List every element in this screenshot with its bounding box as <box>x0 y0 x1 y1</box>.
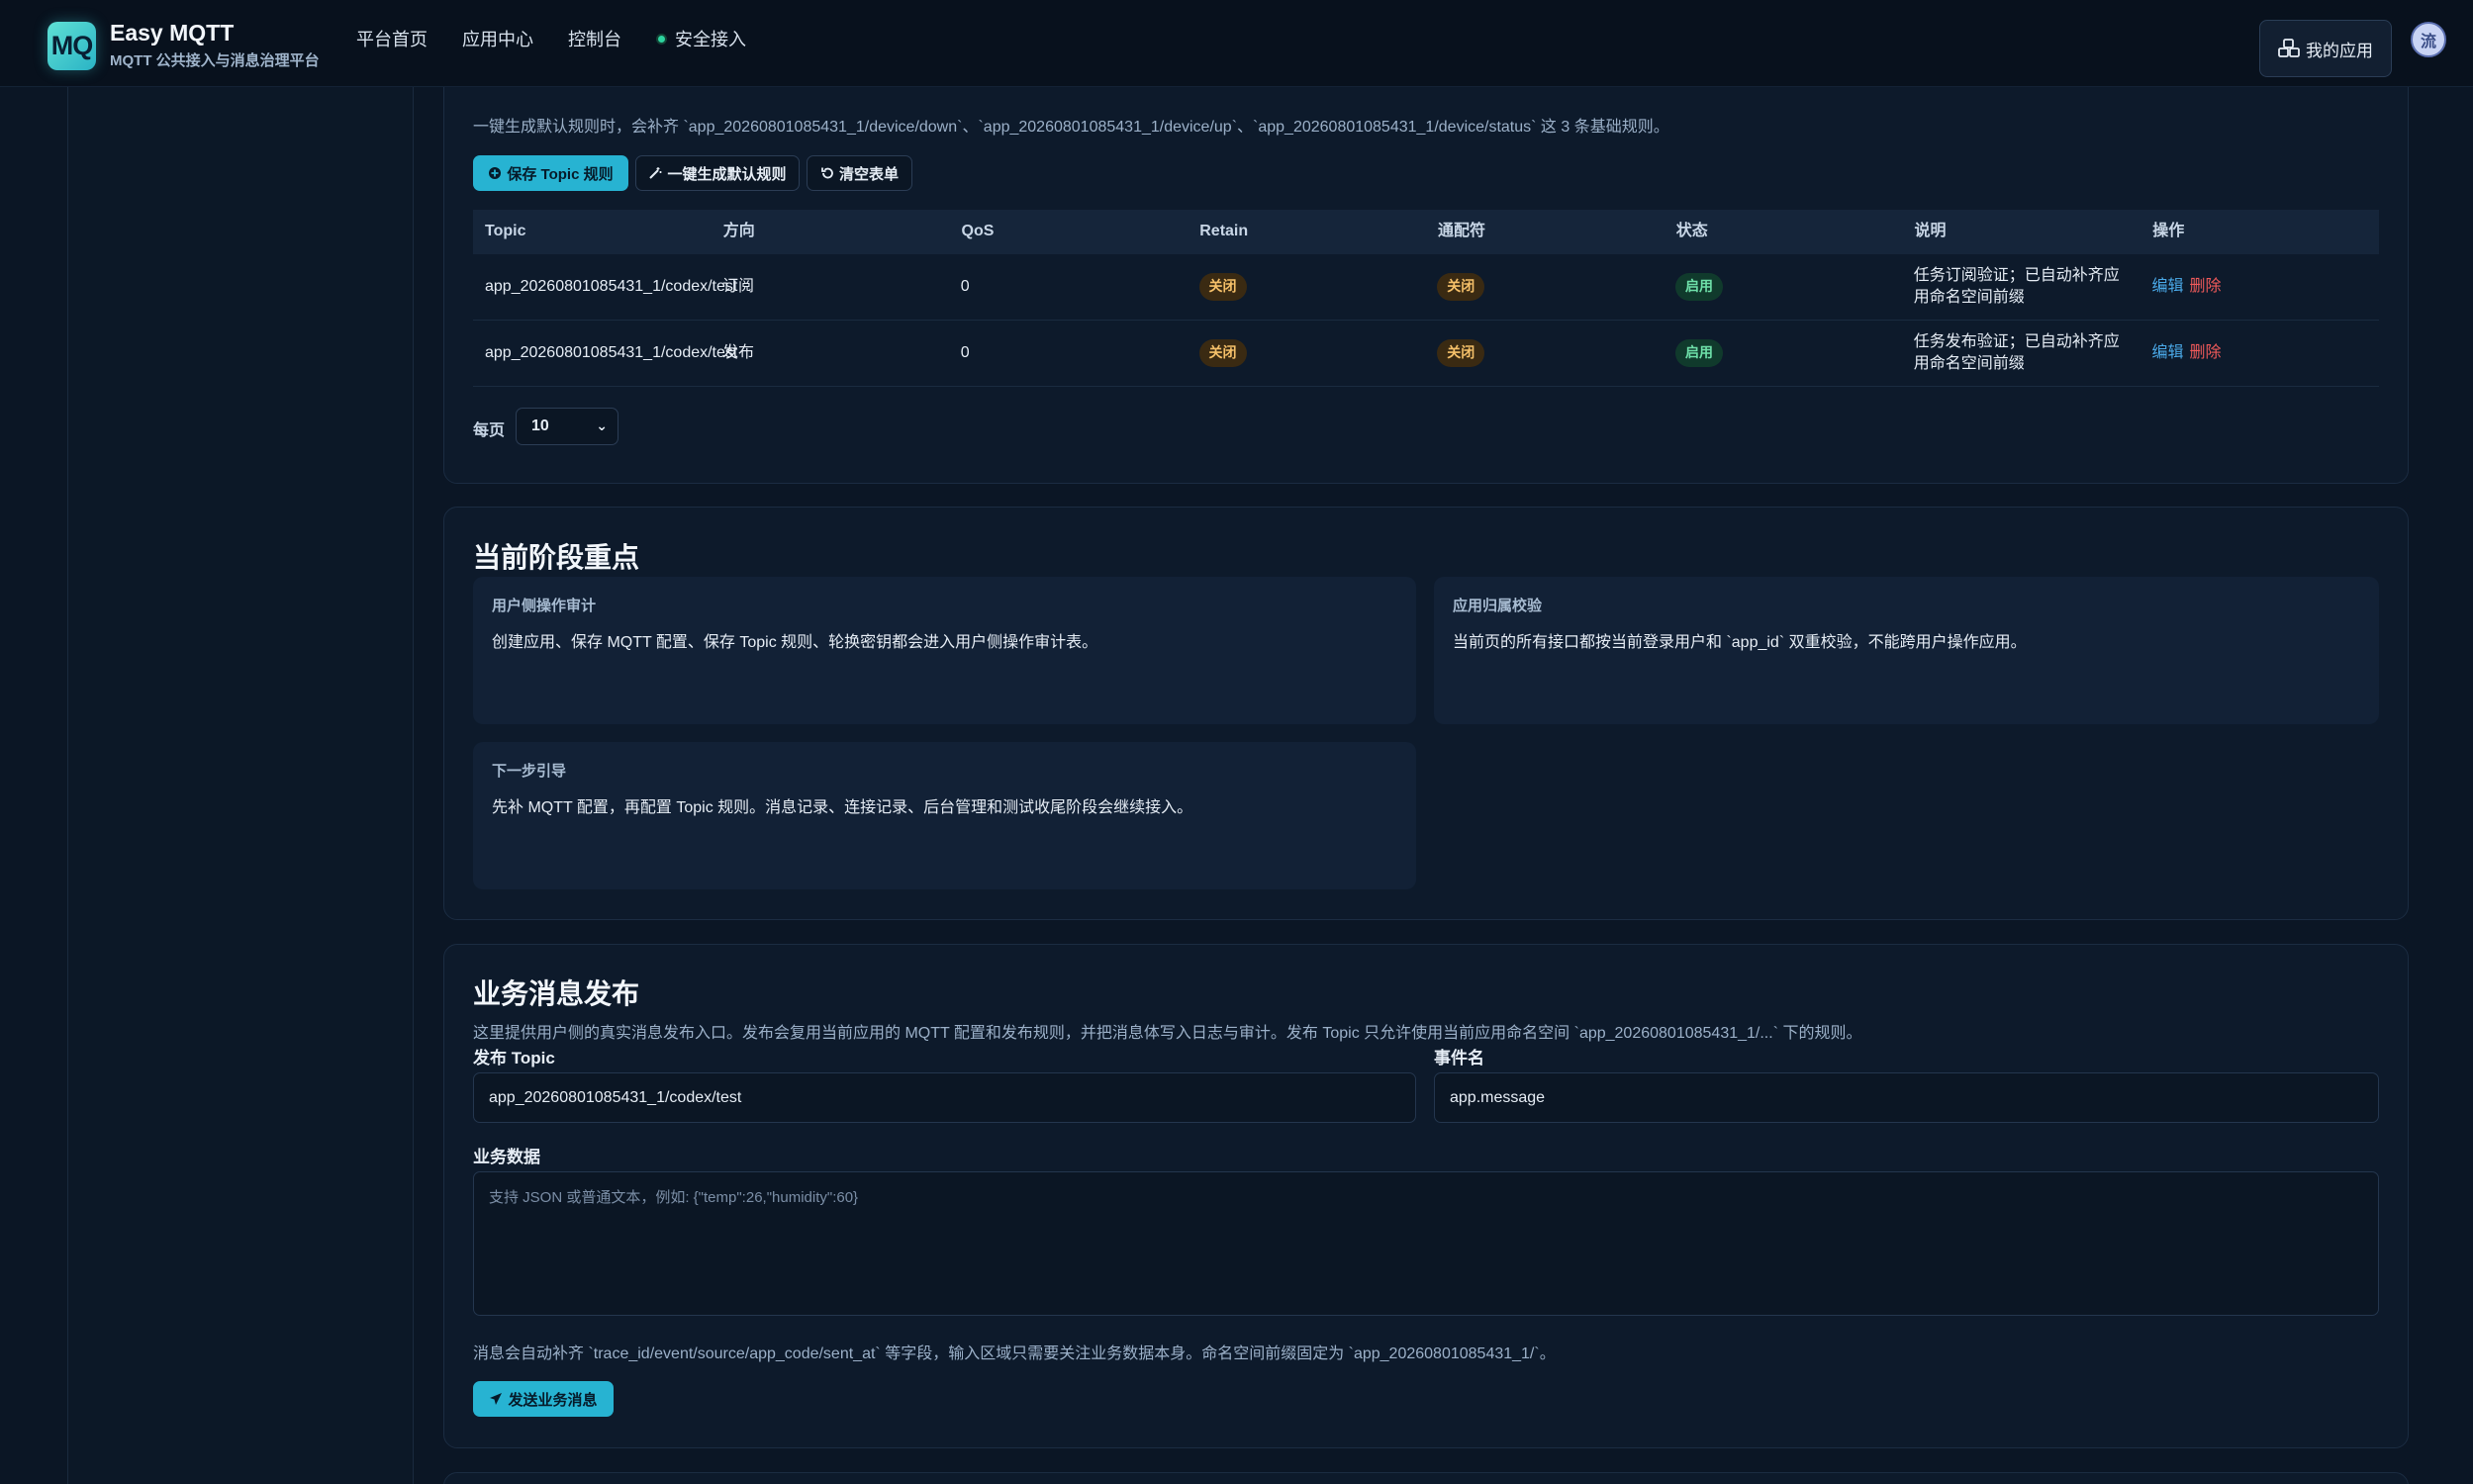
current-focus-title: 当前阶段重点 <box>473 542 640 573</box>
plus-circle-icon <box>489 167 502 179</box>
save-topic-rules-label: 保存 Topic 规则 <box>507 165 614 183</box>
avatar[interactable]: 流 <box>2411 22 2446 57</box>
cell-actions: 编辑 删除 <box>2140 342 2379 364</box>
cell-direction: 订阅 <box>722 277 755 295</box>
clear-form-button[interactable]: 清空表单 <box>807 155 912 191</box>
edit-link[interactable]: 编辑 <box>2152 278 2184 295</box>
delete-link[interactable]: 删除 <box>2190 344 2222 361</box>
clear-form-label: 清空表单 <box>838 165 899 183</box>
status-badge: 启用 <box>1675 273 1723 301</box>
brand-title: Easy MQTT <box>110 20 235 46</box>
col-topic: Topic <box>485 223 526 240</box>
top-navbar: MQ Easy MQTT MQTT 公共接入与消息治理平台 平台首页 应用中心 … <box>0 0 2473 87</box>
col-description: 说明 <box>1914 223 1947 240</box>
col-wildcard: 通配符 <box>1438 223 1486 240</box>
event-name-input[interactable]: app.message <box>1434 1072 2379 1123</box>
paper-plane-icon <box>490 1393 503 1405</box>
magic-wand-icon <box>649 167 662 179</box>
publish-note: 消息会自动补齐 `trace_id/event/source/app_code/… <box>473 1345 1556 1362</box>
col-actions: 操作 <box>2152 223 2185 240</box>
col-status: 状态 <box>1675 223 1708 240</box>
status-badge: 启用 <box>1675 339 1723 367</box>
cell-description: 任务发布验证；已自动补齐应用命名空间前缀 <box>1913 332 2120 372</box>
cell-qos: 0 <box>960 343 970 361</box>
col-qos: QoS <box>961 223 995 240</box>
business-data-textarea[interactable]: 支持 JSON 或普通文本，例如: {"temp":26,"humidity":… <box>473 1171 2379 1316</box>
save-topic-rules-button[interactable]: 保存 Topic 规则 <box>473 155 628 191</box>
publish-topic-label: 发布 Topic <box>473 1049 555 1067</box>
next-panel <box>443 1472 2409 1484</box>
per-page-label: 每页 <box>473 422 506 439</box>
per-page-select[interactable]: 10 ⌄ <box>516 408 618 445</box>
cell-wildcard: 关闭 <box>1425 339 1664 367</box>
focus-card-audit: 用户侧操作审计 创建应用、保存 MQTT 配置、保存 Topic 规则、轮换密钥… <box>473 577 1416 724</box>
undo-icon <box>821 167 833 179</box>
topic-rules-hint: 一键生成默认规则时，会补齐 `app_20260801085431_1/devi… <box>473 119 1669 136</box>
cell-retain: 关闭 <box>1188 339 1426 367</box>
focus-card-ownership: 应用归属校验 当前页的所有接口都按当前登录用户和 `app_id` 双重校验，不… <box>1434 577 2379 724</box>
topic-rules-table: Topic 方向 QoS Retain 通配符 状态 说明 操作 app_202… <box>473 210 2379 387</box>
focus-card-body: 先补 MQTT 配置，再配置 Topic 规则。消息记录、连接记录、后台管理和测… <box>492 799 1193 816</box>
cell-direction: 发布 <box>722 343 755 361</box>
focus-card-next-step: 下一步引导 先补 MQTT 配置，再配置 Topic 规则。消息记录、连接记录、… <box>473 742 1416 889</box>
delete-link[interactable]: 删除 <box>2190 278 2222 295</box>
focus-card-body: 当前页的所有接口都按当前登录用户和 `app_id` 双重校验，不能跨用户操作应… <box>1453 634 2027 651</box>
nav-app-center[interactable]: 应用中心 <box>462 26 533 51</box>
retain-badge: 关闭 <box>1198 339 1247 367</box>
cell-status: 启用 <box>1664 273 1902 301</box>
cell-status: 启用 <box>1664 339 1902 367</box>
chevron-down-icon: ⌄ <box>596 417 608 433</box>
cell-retain: 关闭 <box>1188 273 1426 301</box>
nav-console[interactable]: 控制台 <box>568 26 621 51</box>
nav-home[interactable]: 平台首页 <box>356 26 428 51</box>
main-nav: 平台首页 应用中心 控制台 安全接入 <box>356 26 746 51</box>
col-direction: 方向 <box>722 223 755 240</box>
focus-card-title: 用户侧操作审计 <box>492 598 597 614</box>
focus-card-title: 应用归属校验 <box>1453 598 1543 614</box>
per-page-value: 10 <box>531 417 549 434</box>
send-message-button[interactable]: 发送业务消息 <box>473 1381 614 1417</box>
my-apps-label: 我的应用 <box>2306 41 2373 60</box>
generate-default-rules-label: 一键生成默认规则 <box>667 165 787 183</box>
table-row: app_20260801085431_1/codex/test 发布 0 关闭 … <box>473 321 2379 387</box>
cell-topic: app_20260801085431_1/codex/test <box>485 277 738 295</box>
edit-link[interactable]: 编辑 <box>2152 344 2184 361</box>
wildcard-badge: 关闭 <box>1437 273 1485 301</box>
nav-secure-access[interactable]: 安全接入 <box>656 26 746 51</box>
cell-wildcard: 关闭 <box>1425 273 1664 301</box>
publish-description: 这里提供用户侧的真实消息发布入口。发布会复用当前应用的 MQTT 配置和发布规则… <box>473 1025 1862 1042</box>
focus-card-body: 创建应用、保存 MQTT 配置、保存 Topic 规则、轮换密钥都会进入用户侧操… <box>492 634 1098 651</box>
business-data-label: 业务数据 <box>473 1148 540 1166</box>
nav-secure-access-label: 安全接入 <box>675 30 746 49</box>
event-name-label: 事件名 <box>1434 1049 1484 1067</box>
publish-title: 业务消息发布 <box>473 978 640 1009</box>
wildcard-badge: 关闭 <box>1437 339 1485 367</box>
my-apps-button[interactable]: 我的应用 <box>2259 20 2392 77</box>
table-header: Topic 方向 QoS Retain 通配符 状态 说明 操作 <box>473 210 2379 254</box>
cubes-icon <box>2278 39 2300 57</box>
status-dot-icon <box>656 33 667 45</box>
send-message-label: 发送业务消息 <box>508 1391 598 1409</box>
cell-description: 任务订阅验证；已自动补齐应用命名空间前缀 <box>1913 266 2120 306</box>
focus-card-title: 下一步引导 <box>492 763 567 780</box>
retain-badge: 关闭 <box>1198 273 1247 301</box>
brand-subtitle: MQTT 公共接入与消息治理平台 <box>110 52 320 69</box>
col-retain: Retain <box>1199 223 1249 240</box>
cell-topic: app_20260801085431_1/codex/test <box>485 343 738 361</box>
table-row: app_20260801085431_1/codex/test 订阅 0 关闭 … <box>473 254 2379 321</box>
left-sidebar <box>67 87 414 1484</box>
publish-topic-input[interactable]: app_20260801085431_1/codex/test <box>473 1072 1416 1123</box>
cell-actions: 编辑 删除 <box>2140 276 2379 298</box>
logo[interactable]: MQ <box>48 22 96 70</box>
generate-default-rules-button[interactable]: 一键生成默认规则 <box>635 155 800 191</box>
cell-qos: 0 <box>960 277 970 295</box>
